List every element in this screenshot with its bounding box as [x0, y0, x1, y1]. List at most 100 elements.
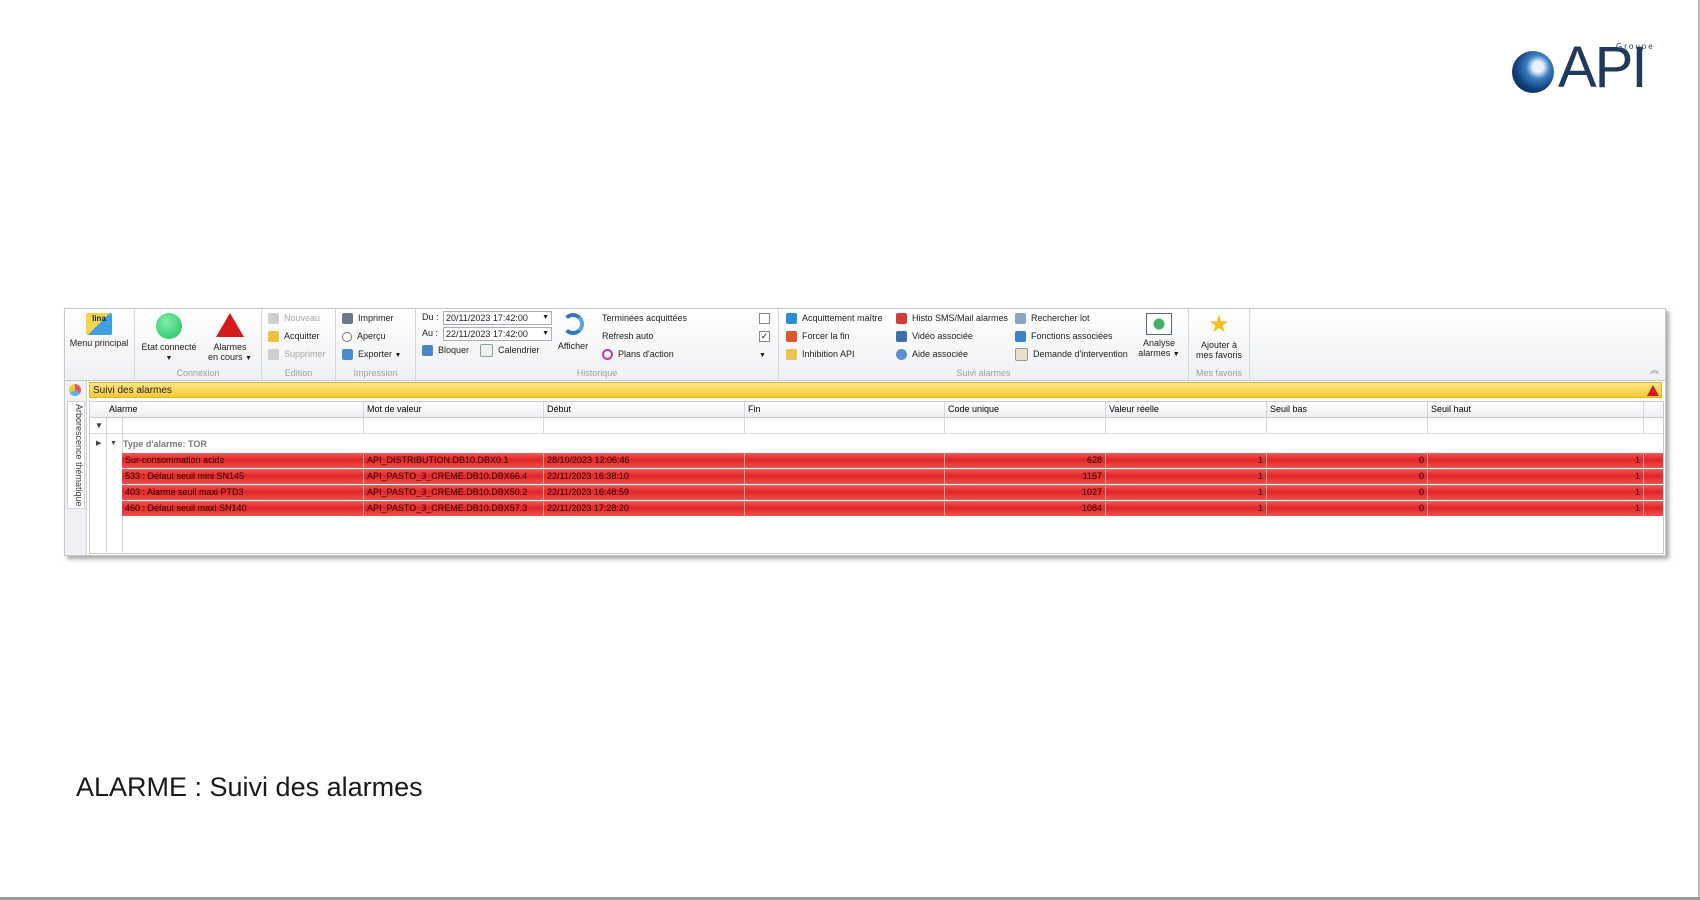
cell-alarme: 460 : Défaut seuil maxi SN140 — [122, 501, 364, 516]
du-date-picker[interactable]: 20/11/2023 17:42:00 ▼ — [443, 311, 552, 325]
filter-cell[interactable] — [745, 418, 945, 433]
filter-cell[interactable] — [1267, 418, 1428, 433]
grid-header-row: Alarme Mot de valeur Début Fin Code uniq… — [90, 402, 1663, 418]
panel-title-bar: Suivi des alarmes — [89, 382, 1662, 398]
alarm-row[interactable]: Sur-consommation acide API_DISTRIBUTION.D… — [90, 453, 1663, 468]
cell-code: 1157 — [945, 469, 1106, 484]
column-header-seuil-bas[interactable]: Seuil bas — [1267, 402, 1428, 417]
cell-bas: 0 — [1267, 469, 1428, 484]
supprimer-button[interactable]: Supprimer — [268, 347, 326, 361]
refresh-auto-checkbox[interactable]: ✓ — [759, 331, 770, 342]
inhibition-label: Inhibition API — [802, 349, 855, 359]
afficher-button[interactable]: Afficher — [553, 313, 593, 351]
target-icon — [602, 349, 613, 361]
histo-sms-button[interactable]: Histo SMS/Mail alarmes — [896, 311, 1008, 325]
fonctions-associees-button[interactable]: Fonctions associées — [1015, 329, 1113, 343]
bloquer-label: Bloquer — [438, 345, 470, 355]
imprimer-button[interactable]: Imprimer — [342, 311, 394, 325]
alarm-grid: Alarme Mot de valeur Début Fin Code uniq… — [89, 401, 1664, 554]
search-lot-icon — [1015, 313, 1026, 325]
au-label: Au : — [422, 328, 439, 338]
aide-associee-button[interactable]: Aide associée — [896, 347, 968, 361]
column-header-fin[interactable]: Fin — [745, 402, 945, 417]
chevron-down-icon[interactable]: ▼ — [542, 312, 549, 324]
group-row-type-alarme[interactable]: ▶ ▼ Type d'alarme: TOR — [90, 437, 1663, 451]
cell-fin — [745, 501, 945, 516]
cell-fin — [745, 453, 945, 468]
cell-fin — [745, 469, 945, 484]
bloquer-button[interactable]: Bloquer — [422, 343, 469, 357]
cell-alarme: 533 : Défaut seuil mini SN145 — [122, 469, 364, 484]
filter-cell[interactable] — [945, 418, 1106, 433]
filter-cell[interactable] — [106, 418, 364, 433]
group-edition: Nouveau Acquitter Supprimer Edition — [262, 309, 336, 380]
column-header-mot[interactable]: Mot de valeur — [364, 402, 544, 417]
plans-action-label: Plans d'action — [618, 349, 674, 359]
menu-principal-button[interactable]: lina Menu principal — [67, 313, 131, 348]
column-header-seuil-haut[interactable]: Seuil haut — [1428, 402, 1644, 417]
alarmes-label-2: en cours — [208, 352, 243, 362]
terminees-checkbox[interactable] — [759, 313, 770, 324]
filter-icon[interactable]: ▼ — [95, 421, 103, 430]
chevron-down-icon[interactable]: ▼ — [542, 328, 549, 340]
row-selector-icon[interactable]: ▶ — [96, 437, 101, 451]
chart-icon — [1015, 331, 1026, 343]
etat-connecte-button[interactable]: Etat connecté ▼ — [137, 313, 201, 364]
arborescence-tab[interactable]: Arborescence thématique — [67, 401, 85, 509]
filter-cell[interactable] — [1106, 418, 1267, 433]
cell-valeur: 1 — [1106, 469, 1267, 484]
au-date-picker[interactable]: 22/11/2023 17:42:00 ▼ — [443, 327, 552, 341]
apercu-button[interactable]: Aperçu — [342, 329, 386, 343]
group-favoris: ★ Ajouter à mes favoris Mes favoris — [1189, 309, 1250, 380]
column-header-alarme[interactable]: Alarme — [106, 402, 364, 417]
collapse-ribbon-icon[interactable]: ︽ — [1650, 363, 1659, 376]
alarmes-label-1: Alarmes — [213, 342, 247, 352]
video-label: Vidéo associée — [912, 331, 973, 341]
analyse-alarmes-button[interactable]: Analyse alarmes ▼ — [1134, 313, 1184, 360]
new-icon — [268, 313, 279, 325]
acquittement-maitre-button[interactable]: Acquittement maître — [786, 311, 883, 325]
analyse-label-1: Analyse — [1142, 338, 1176, 348]
grid-filter-row: ▼ — [90, 418, 1663, 434]
column-header-valeur[interactable]: Valeur réelle — [1106, 402, 1267, 417]
inhibition-api-button[interactable]: Inhibition API — [786, 347, 855, 361]
column-header-code[interactable]: Code unique — [945, 402, 1106, 417]
acquitter-button[interactable]: Acquitter — [268, 329, 320, 343]
analysis-board-icon — [1146, 313, 1172, 335]
nouveau-button[interactable]: Nouveau — [268, 311, 320, 325]
demande-intervention-button[interactable]: Demande d'intervention — [1015, 347, 1128, 362]
rechercher-lot-button[interactable]: Rechercher lot — [1015, 311, 1090, 325]
collapse-group-icon[interactable]: ▼ — [110, 437, 117, 451]
logo-name: API — [1558, 35, 1647, 100]
exporter-button[interactable]: Exporter ▼ — [342, 347, 401, 361]
alarm-window: lina Menu principal Etat connecté ▼ Alar… — [64, 308, 1666, 556]
column-header-debut[interactable]: Début — [544, 402, 745, 417]
filter-cell[interactable] — [364, 418, 544, 433]
alarmes-en-cours-button[interactable]: Alarmes en cours ▼ — [201, 313, 259, 364]
du-date-value: 20/11/2023 17:42:00 — [446, 313, 528, 323]
cell-code: 1084 — [945, 501, 1106, 516]
alarm-row[interactable]: 533 : Défaut seuil mini SN145 API_PASTO_3… — [90, 469, 1663, 484]
video-associee-button[interactable]: Vidéo associée — [896, 329, 973, 343]
plans-action-button[interactable]: Plans d'action — [602, 347, 674, 361]
filter-cell[interactable] — [544, 418, 745, 433]
ajouter-favoris-button[interactable]: ★ Ajouter à mes favoris — [1191, 313, 1247, 361]
slide-caption: ALARME : Suivi des alarmes — [76, 772, 423, 802]
menu-principal-label: Menu principal — [69, 338, 129, 348]
filter-cell[interactable] — [1428, 418, 1644, 433]
forcer-fin-button[interactable]: Forcer la fin — [786, 329, 850, 343]
alarm-row[interactable]: 403 : Alarme seuil maxi PTD3 API_PASTO_3_… — [90, 485, 1663, 500]
alarm-row[interactable]: 460 : Défaut seuil maxi SN140 API_PASTO_3… — [90, 501, 1663, 516]
force-end-icon — [786, 331, 797, 343]
group-historique: Du : 20/11/2023 17:42:00 ▼ Au : 22/11/20… — [416, 309, 779, 380]
favoris-group-label: Mes favoris — [1195, 368, 1242, 378]
cell-bas: 0 — [1267, 485, 1428, 500]
cell-haut: 1 — [1428, 501, 1644, 516]
calendrier-button[interactable]: Calendrier — [480, 343, 540, 358]
connexion-group-label: Connexion — [176, 368, 220, 378]
chevron-down-icon[interactable]: ▼ — [759, 347, 766, 361]
au-date-value: 22/11/2023 17:42:00 — [446, 329, 528, 339]
terminees-label: Terminées acquittées — [602, 313, 688, 323]
cell-valeur: 1 — [1106, 453, 1267, 468]
cell-mot: API_DISTRIBUTION.DB10.DBX0.1 — [364, 453, 544, 468]
